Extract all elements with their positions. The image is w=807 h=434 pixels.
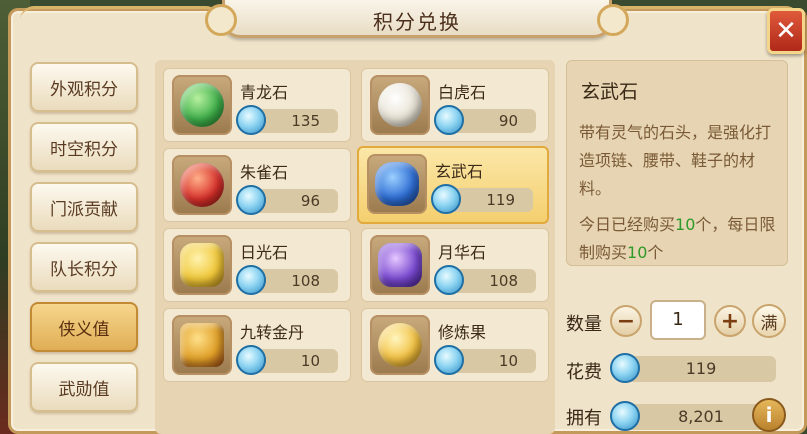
- item-detail-panel: 玄武石 带有灵气的石头，是强化打造项链、腰带、鞋子的材料。 今日已经购买10个，…: [566, 60, 788, 266]
- green-dragon-stone-icon: [172, 75, 232, 135]
- item-card[interactable]: 白虎石 90: [361, 68, 549, 142]
- red-bird-stone-icon: [172, 155, 232, 215]
- category-tabs: 外观积分 时空积分 门派贡献 队长积分 侠义值 武勋值: [30, 62, 142, 422]
- cost-label: 花费: [566, 362, 602, 383]
- item-name: 青龙石: [240, 83, 289, 102]
- tab-captain-points[interactable]: 队长积分: [30, 242, 138, 292]
- owned-label: 拥有: [566, 408, 602, 429]
- blue-orb-coin-icon: [431, 184, 461, 214]
- blue-orb-coin-icon: [434, 345, 464, 375]
- close-icon: ✕: [775, 16, 797, 46]
- quantity-input[interactable]: 1: [650, 300, 706, 340]
- page-title: 积分兑换: [373, 10, 461, 34]
- golden-elixir-chest-icon: [172, 315, 232, 375]
- item-name: 朱雀石: [240, 163, 289, 182]
- info-button[interactable]: i: [752, 398, 786, 432]
- title-bar: 积分兑换: [0, 0, 807, 44]
- minus-icon: −: [616, 308, 636, 334]
- quantity-minus-button[interactable]: −: [610, 305, 642, 337]
- tab-sect-contribution[interactable]: 门派贡献: [30, 182, 138, 232]
- item-name: 修炼果: [438, 323, 487, 342]
- white-tiger-stone-icon: [370, 75, 430, 135]
- title-ornament-left: [20, 6, 220, 36]
- sunlight-stone-icon: [172, 235, 232, 295]
- item-card[interactable]: 青龙石 135: [163, 68, 351, 142]
- blue-orb-coin-icon: [236, 345, 266, 375]
- blue-orb-coin-icon: [434, 265, 464, 295]
- tab-chivalry-points[interactable]: 侠义值: [30, 302, 138, 352]
- item-card[interactable]: 修炼果 10: [361, 308, 549, 382]
- blue-orb-coin-icon: [236, 185, 266, 215]
- blue-orb-coin-icon: [434, 105, 464, 135]
- quantity-plus-button[interactable]: +: [714, 305, 746, 337]
- item-name: 日光石: [240, 243, 289, 262]
- tab-appearance-points[interactable]: 外观积分: [30, 62, 138, 112]
- purchase-limit-text: 今日已经购买10个，每日限制购买10个: [579, 215, 776, 262]
- detail-description: 带有灵气的石头，是强化打造项链、腰带、鞋子的材料。: [579, 123, 772, 198]
- item-grid: 青龙石 135 白虎石 90 朱雀石 96 玄武石 119 日光石 108 月华…: [155, 60, 555, 434]
- item-name: 玄武石: [435, 162, 484, 181]
- item-card-selected[interactable]: 玄武石 119: [357, 146, 549, 224]
- blue-orb-coin-icon: [610, 353, 640, 383]
- detail-item-name: 玄武石: [581, 81, 639, 103]
- tab-merit-points[interactable]: 武勋值: [30, 362, 138, 412]
- cultivation-fruit-icon: [370, 315, 430, 375]
- title-ribbon: 积分兑换: [205, 0, 629, 38]
- cost-value: 119: [626, 356, 776, 382]
- tab-spacetime-points[interactable]: 时空积分: [30, 122, 138, 172]
- item-card[interactable]: 月华石 108: [361, 228, 549, 302]
- moonlight-stone-icon: [370, 235, 430, 295]
- item-name: 九转金丹: [240, 323, 305, 342]
- item-card[interactable]: 日光石 108: [163, 228, 351, 302]
- plus-icon: +: [720, 308, 740, 334]
- info-icon: i: [765, 403, 773, 427]
- max-quantity-button[interactable]: 满: [752, 304, 786, 338]
- item-name: 白虎石: [438, 83, 487, 102]
- close-button[interactable]: ✕: [767, 8, 805, 54]
- item-name: 月华石: [438, 243, 487, 262]
- black-tortoise-stone-icon: [367, 154, 427, 214]
- item-card[interactable]: 九转金丹 10: [163, 308, 351, 382]
- item-card[interactable]: 朱雀石 96: [163, 148, 351, 222]
- quantity-label: 数量: [566, 314, 602, 335]
- blue-orb-coin-icon: [610, 401, 640, 431]
- blue-orb-coin-icon: [236, 265, 266, 295]
- blue-orb-coin-icon: [236, 105, 266, 135]
